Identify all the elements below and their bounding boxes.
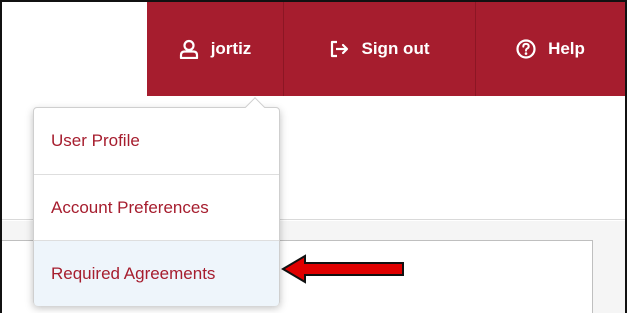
annotation-arrow-icon [281,254,404,284]
user-dropdown-menu: User Profile Account Preferences Require… [33,107,280,306]
sign-out-label: Sign out [361,39,430,58]
sign-out-button[interactable]: Sign out [283,2,475,96]
user-menu-button[interactable]: jortiz [147,2,283,96]
help-circle-icon [516,39,536,59]
menu-item-required-agreements[interactable]: Required Agreements [34,240,279,306]
menu-item-account-preferences[interactable]: Account Preferences [34,174,279,240]
top-navigation: jortiz Sign out Help [147,2,625,96]
help-label: Help [548,39,585,58]
menu-item-label: Account Preferences [51,197,209,217]
user-icon [179,39,199,59]
menu-item-user-profile[interactable]: User Profile [34,108,279,174]
sign-out-icon [330,40,350,58]
username-label: jortiz [210,39,252,58]
help-button[interactable]: Help [475,2,625,96]
menu-item-label: Required Agreements [51,263,216,283]
menu-item-label: User Profile [51,131,140,150]
